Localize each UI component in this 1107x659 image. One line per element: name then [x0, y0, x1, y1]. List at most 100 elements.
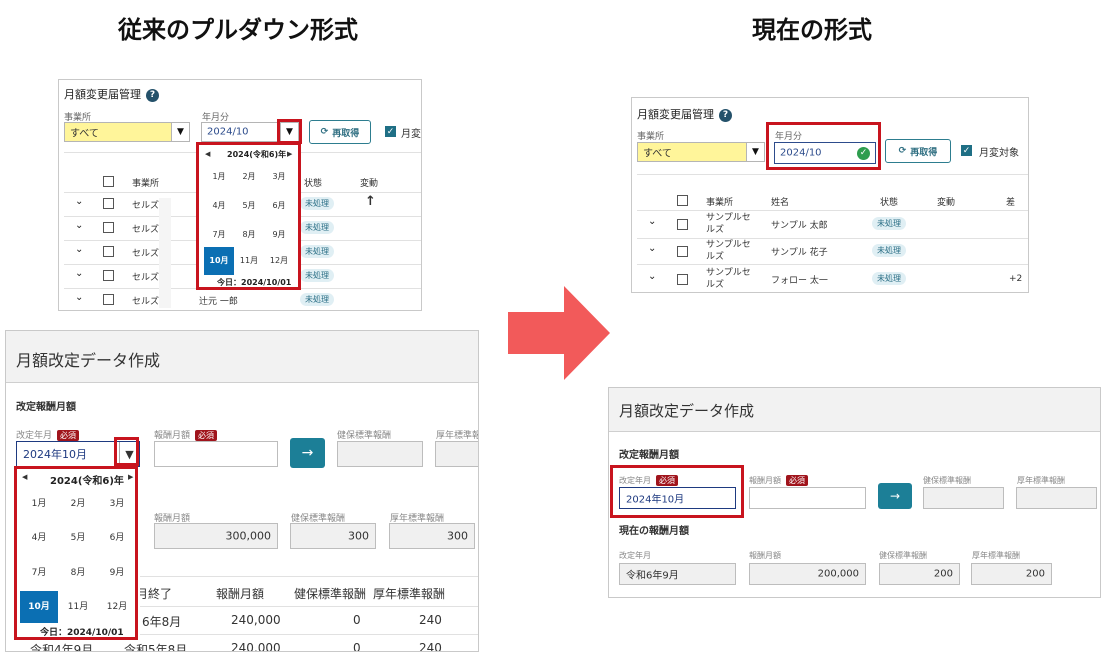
row-checkbox[interactable]	[103, 294, 114, 305]
form-title: 月額改定データ作成	[619, 402, 755, 420]
cell-health: 0	[353, 641, 361, 652]
row-office: セルズ	[132, 225, 160, 235]
monthly-change-checkbox[interactable]: ✓	[385, 126, 396, 137]
arrow-up-icon: ↑	[365, 194, 376, 209]
expand-icon[interactable]: ⌄	[648, 243, 656, 254]
current-pension-output: 200	[971, 563, 1052, 585]
pension-label: 厚年標準報酬	[436, 431, 478, 441]
section-title: 改定報酬月額	[619, 450, 679, 461]
highlight-calendar	[14, 466, 138, 640]
health-output	[923, 487, 1004, 509]
redacted-area	[159, 198, 171, 308]
health-label: 健保標準報酬	[337, 431, 392, 441]
current-health-output: 200	[879, 563, 960, 585]
expand-icon[interactable]: ⌄	[75, 268, 83, 279]
transition-arrow-icon	[508, 286, 610, 380]
required-badge: 必須	[195, 430, 218, 441]
row-checkbox[interactable]	[103, 246, 114, 257]
cell-salary: 240,000	[231, 613, 281, 627]
current-health-label: 健保標準報酬	[879, 551, 927, 560]
select-all-checkbox[interactable]	[677, 195, 688, 206]
status-badge: 未処理	[300, 293, 334, 306]
highlight-calendar	[196, 142, 301, 290]
row-office: サンプルセルズ	[706, 240, 751, 262]
row-name: サンプル 太郎	[771, 221, 828, 231]
row-office: セルズ	[132, 273, 160, 283]
cell-end: 令和5年8月	[124, 643, 188, 652]
apply-arrow-button[interactable]: →	[878, 483, 912, 509]
col-office: 事業所	[132, 179, 160, 189]
monthly-change-label: 月変	[401, 129, 421, 140]
health-label: 健保標準報酬	[923, 476, 971, 485]
col-health: 健保標準報酬	[294, 587, 367, 601]
row-checkbox[interactable]	[103, 198, 114, 209]
col-change: 変動	[360, 179, 379, 189]
cell-salary: 240,000	[231, 641, 281, 652]
office-label: 事業所	[637, 132, 665, 142]
required-badge: 必須	[786, 475, 808, 486]
apply-arrow-button[interactable]: →	[290, 438, 325, 468]
expand-icon[interactable]: ⌄	[648, 216, 656, 227]
col-change: 変動	[937, 198, 956, 208]
help-icon[interactable]: ?	[146, 88, 159, 102]
row-checkbox[interactable]	[677, 274, 688, 285]
panel-title: 月額変更届管理?	[64, 86, 159, 102]
salary-input[interactable]	[154, 441, 278, 467]
cell-pension: 240	[419, 641, 442, 652]
col-status: 状態	[880, 198, 899, 208]
col-diff: 差	[1006, 198, 1016, 208]
refetch-button[interactable]: ⟳ 再取得	[309, 120, 371, 144]
heading-old-format: 従来のプルダウン形式	[118, 16, 358, 44]
current-month-output: 令和6年9月	[619, 563, 736, 585]
row-checkbox[interactable]	[677, 246, 688, 257]
highlight-dropdown-button	[114, 437, 139, 466]
required-badge: 必須	[57, 430, 80, 441]
status-badge: 未処理	[300, 269, 334, 282]
status-badge: 未処理	[872, 217, 906, 230]
expand-icon[interactable]: ⌄	[648, 271, 656, 282]
expand-icon[interactable]: ⌄	[75, 220, 83, 231]
row-checkbox[interactable]	[103, 270, 114, 281]
expand-icon[interactable]: ⌄	[75, 244, 83, 255]
salary-label: 報酬月額 必須	[154, 428, 218, 441]
current-salary-output: 300,000	[154, 523, 278, 549]
current-month-label: 改定年月	[619, 551, 651, 560]
col-salary: 報酬月額	[216, 587, 265, 601]
row-diff: +2	[1009, 274, 1023, 284]
highlight-month-input	[766, 122, 881, 170]
refetch-button[interactable]: ⟳ 再取得	[885, 139, 951, 163]
row-name: 辻元 一郎	[199, 297, 238, 307]
expand-icon[interactable]: ⌄	[75, 292, 83, 303]
row-office: セルズ	[132, 201, 160, 211]
row-checkbox[interactable]	[103, 222, 114, 233]
cell-health: 0	[353, 613, 361, 627]
chevron-down-icon[interactable]: ▼	[746, 143, 764, 161]
current-health-output: 300	[290, 523, 376, 549]
expand-icon[interactable]: ⌄	[75, 196, 83, 207]
chevron-down-icon[interactable]: ▼	[171, 123, 189, 141]
cell-pension: 240	[419, 613, 442, 627]
row-name: サンプル 花子	[771, 248, 828, 258]
row-office: サンプルセルズ	[706, 213, 751, 235]
office-select[interactable]: すべて ▼	[637, 142, 765, 162]
current-pension-label: 厚年標準報酬	[972, 551, 1020, 560]
row-office: サンプルセルズ	[706, 268, 751, 290]
row-checkbox[interactable]	[677, 219, 688, 230]
status-badge: 未処理	[872, 272, 906, 285]
pension-label: 厚年標準報酬	[1017, 476, 1065, 485]
section-title: 改定報酬月額	[16, 402, 76, 413]
panel-title: 月額変更届管理?	[637, 106, 732, 122]
office-select[interactable]: すべて ▼	[64, 122, 190, 142]
cell-end: 6年8月	[142, 615, 182, 629]
status-badge: 未処理	[872, 244, 906, 257]
select-all-checkbox[interactable]	[103, 176, 114, 187]
current-salary-output: 200,000	[749, 563, 866, 585]
heading-new-format: 現在の形式	[752, 16, 872, 44]
help-icon[interactable]: ?	[719, 108, 732, 122]
col-status: 状態	[304, 179, 323, 189]
health-output	[337, 441, 423, 467]
pension-output	[1016, 487, 1097, 509]
monthly-change-checkbox[interactable]: ✓	[961, 145, 972, 156]
col-pension: 厚年標準報酬	[373, 587, 446, 601]
salary-input[interactable]	[749, 487, 866, 509]
